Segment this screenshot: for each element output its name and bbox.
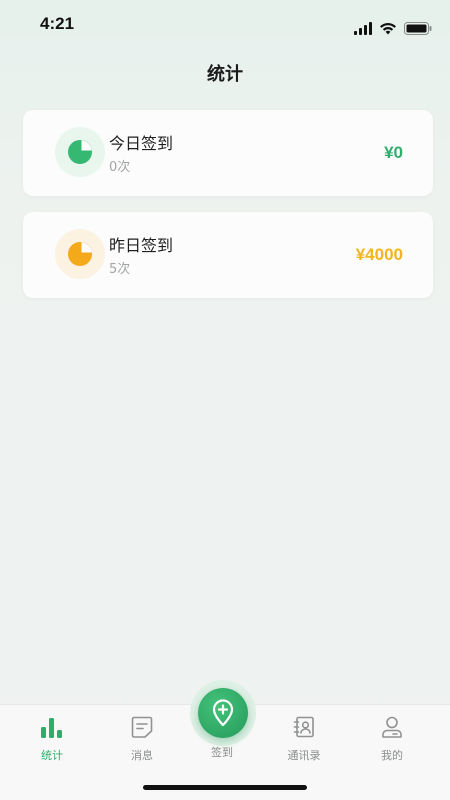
- page-title: 统计: [207, 64, 243, 85]
- battery-icon: [404, 22, 432, 35]
- tab-label: 通讯录: [287, 749, 321, 762]
- user-icon: [357, 715, 427, 741]
- pie-chart-icon: [55, 229, 105, 279]
- tab-checkin-label[interactable]: 签到: [187, 744, 257, 760]
- card-count: 0次: [109, 160, 131, 175]
- wifi-icon: [379, 22, 397, 35]
- tab-contacts[interactable]: 通讯录: [269, 715, 339, 763]
- app-screen: 4:21 统计 今日签到 0次 ¥0 昨日签到 5次 ¥4000 统计 消息 通…: [0, 0, 450, 800]
- card-title: 昨日签到: [109, 236, 174, 255]
- card-amount: ¥0: [384, 143, 403, 162]
- tab-mine[interactable]: 我的: [357, 715, 427, 763]
- home-indicator[interactable]: [143, 785, 307, 790]
- bar-chart-icon: [17, 715, 87, 741]
- message-icon: [107, 715, 177, 741]
- today-checkin-card[interactable]: 今日签到 0次 ¥0: [23, 110, 433, 196]
- tab-label: 我的: [381, 749, 403, 762]
- pie-chart-icon: [55, 127, 105, 177]
- card-count: 5次: [109, 262, 131, 277]
- tab-label: 统计: [41, 749, 63, 762]
- location-pin-plus-icon: [198, 688, 248, 738]
- card-title: 今日签到: [109, 134, 174, 153]
- tab-label: 消息: [131, 749, 153, 762]
- yesterday-checkin-card[interactable]: 昨日签到 5次 ¥4000: [23, 212, 433, 298]
- contacts-icon: [269, 715, 339, 741]
- status-time: 4:21: [40, 14, 75, 33]
- tab-messages[interactable]: 消息: [107, 715, 177, 763]
- status-icons: [354, 22, 432, 35]
- card-amount: ¥4000: [355, 245, 403, 264]
- checkin-button[interactable]: [190, 680, 256, 746]
- status-bar: 4:21: [0, 0, 450, 50]
- signal-icon: [354, 22, 372, 35]
- tab-stats[interactable]: 统计: [17, 715, 87, 763]
